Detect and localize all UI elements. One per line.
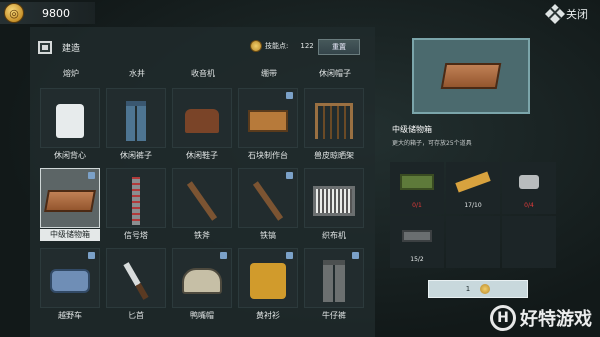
material-slot[interactable]: 0/1 — [390, 162, 444, 214]
close-icon — [545, 4, 565, 24]
recipe-label[interactable]: 水井 — [104, 68, 170, 79]
recipe-signal-tower[interactable]: 信号塔 — [104, 166, 170, 246]
info-badge-icon — [220, 252, 227, 259]
info-badge-icon — [286, 252, 293, 259]
watermark-logo: H — [490, 305, 516, 331]
material-qty: 0/1 — [412, 202, 422, 209]
material-qty: 0/4 — [524, 202, 534, 209]
crate-icon — [440, 63, 502, 89]
recipe-duckbill-cap[interactable]: 鸭嘴帽 — [170, 246, 236, 326]
recipe-casual-vest[interactable]: 休闲背心 — [38, 86, 104, 166]
drying-rack-icon — [315, 103, 353, 139]
item-name: 中级储物箱 — [392, 125, 432, 134]
pants-icon — [126, 101, 146, 141]
reset-button[interactable]: 重置 — [318, 39, 360, 55]
recipe-yellow-shirt[interactable]: 黄衬衫 — [236, 246, 302, 326]
workbench-icon — [248, 110, 288, 132]
ingot-icon — [402, 230, 432, 242]
recipe-iron-axe[interactable]: 铁斧 — [170, 166, 236, 246]
info-badge-icon — [88, 252, 95, 259]
recipe-medium-storage-box[interactable]: 中级储物箱 — [38, 166, 104, 246]
bolt-icon — [519, 175, 539, 189]
info-badge-icon — [286, 92, 293, 99]
recipe-label[interactable]: 绷带 — [236, 68, 302, 79]
ammo-box-icon — [400, 174, 434, 190]
build-title: 建造 — [62, 43, 81, 54]
info-badge-icon — [352, 252, 359, 259]
top-row-labels: 熔炉 水井 收音机 绷带 休闲帽子 — [38, 68, 368, 79]
recipe-jeans[interactable]: 牛仔裤 — [302, 246, 368, 326]
material-slot[interactable]: 17/10 — [446, 162, 500, 214]
recipe-drying-rack[interactable]: 兽皮晾晒架 — [302, 86, 368, 166]
build-icon — [38, 40, 52, 54]
recipe-label[interactable]: 熔炉 — [38, 68, 104, 79]
crate-icon — [44, 190, 96, 212]
recipe-row: 越野车 匕首 鸭嘴帽 黄衬衫 牛仔裤 — [38, 246, 368, 326]
knife-icon — [123, 262, 149, 300]
recipe-row: 休闲背心 休闲裤子 休闲鞋子 石块制作台 兽皮晾晒架 — [38, 86, 368, 166]
recipe-dagger[interactable]: 匕首 — [104, 246, 170, 326]
recipe-label[interactable]: 休闲帽子 — [302, 68, 368, 79]
currency-value: 9800 — [42, 6, 70, 20]
empty-slot — [502, 216, 556, 268]
item-detail-panel: 中级储物箱 更大的箱子，可存放25个道具 0/1 17/10 0/4 15/2 … — [388, 32, 588, 337]
material-qty: 17/10 — [464, 202, 482, 209]
game-screen: ◎ 9800 关闭 建造 技能点: 122 重置 熔炉 水井 收音机 绷带 休闲… — [0, 0, 600, 337]
skill-gear-icon — [480, 284, 491, 294]
item-preview — [412, 38, 530, 114]
pickaxe-icon — [252, 181, 284, 221]
cap-icon — [182, 268, 222, 294]
tshirt-icon — [250, 263, 286, 299]
skill-label: 技能点: — [265, 42, 289, 50]
currency-bar: ◎ 9800 — [0, 2, 95, 24]
plank-icon — [455, 171, 491, 193]
build-button[interactable]: 1 — [428, 280, 528, 298]
coin-icon: ◎ — [4, 3, 24, 23]
skill-gear-icon — [250, 40, 262, 52]
build-count: 1 — [465, 285, 471, 293]
materials-list: 0/1 17/10 0/4 15/2 — [390, 162, 586, 270]
tower-icon — [132, 177, 140, 225]
close-button[interactable]: 关闭 — [545, 4, 588, 24]
axe-icon — [186, 181, 218, 221]
material-qty: 15/2 — [410, 256, 424, 263]
recipe-grid: 休闲背心 休闲裤子 休闲鞋子 石块制作台 兽皮晾晒架 中级储物箱 信号塔 铁斧 … — [38, 86, 368, 326]
skill-value: 122 — [300, 42, 314, 50]
recipe-iron-pickaxe[interactable]: 铁镐 — [236, 166, 302, 246]
recipe-casual-pants[interactable]: 休闲裤子 — [104, 86, 170, 166]
material-slot[interactable]: 0/4 — [502, 162, 556, 214]
recipe-casual-shoes[interactable]: 休闲鞋子 — [170, 86, 236, 166]
close-label: 关闭 — [566, 8, 588, 21]
recipe-loom[interactable]: 织布机 — [302, 166, 368, 246]
skill-points: 技能点: 122 — [250, 40, 314, 52]
recipe-stone-workbench[interactable]: 石块制作台 — [236, 86, 302, 166]
jeans-icon — [323, 260, 345, 302]
empty-slot — [446, 216, 500, 268]
car-icon — [50, 269, 90, 293]
item-description: 更大的箱子，可存放25个道具 — [392, 140, 472, 147]
material-slot[interactable]: 15/2 — [390, 216, 444, 268]
shirt-icon — [56, 104, 84, 138]
recipe-row: 中级储物箱 信号塔 铁斧 铁镐 织布机 — [38, 166, 368, 246]
loom-icon — [313, 186, 355, 216]
recipe-label[interactable]: 收音机 — [170, 68, 236, 79]
info-badge-icon — [88, 172, 95, 179]
info-badge-icon — [286, 172, 293, 179]
boots-icon — [185, 109, 219, 133]
watermark-text: 好特游戏 — [520, 309, 592, 330]
recipe-offroad-vehicle[interactable]: 越野车 — [38, 246, 104, 326]
watermark: H 好特游戏 — [490, 305, 592, 331]
